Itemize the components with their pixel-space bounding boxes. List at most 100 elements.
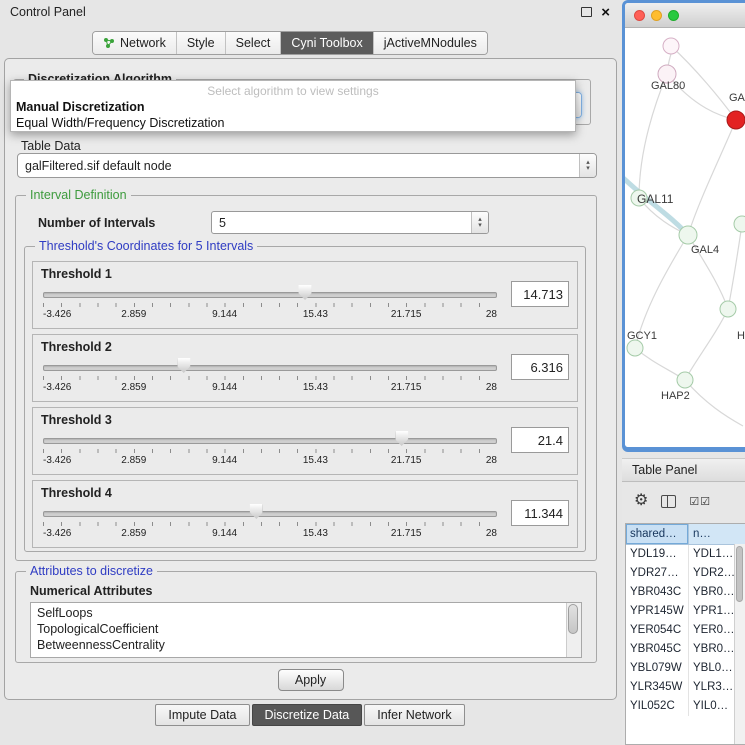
network-node[interactable]: GA	[729, 92, 745, 104]
numerical-attributes-label: Numerical Attributes	[30, 584, 152, 598]
threshold-panel: Threshold 3 -3.426 2.859 9.144 15.43 21.…	[32, 407, 578, 475]
tab-jactivemnodules[interactable]: jActiveMNodules	[374, 32, 487, 54]
table-cell[interactable]: YIL052C	[626, 697, 689, 716]
thresholds-group: Threshold's Coordinates for 5 Intervals …	[24, 246, 586, 552]
number-of-intervals-combobox[interactable]: 5 ▴ ▾	[211, 211, 489, 234]
table-row[interactable]: YIL052CYIL0…	[626, 697, 745, 716]
threshold-label: Threshold 1	[41, 267, 112, 281]
combo-stepper-icon[interactable]: ▴ ▾	[579, 154, 596, 177]
threshold-panel: Threshold 4 -3.426 2.859 9.144 15.43 21.…	[32, 480, 578, 548]
float-window-icon[interactable]	[581, 7, 592, 17]
zoom-button[interactable]	[668, 10, 679, 21]
table-data-value: galFiltered.sif default node	[18, 159, 579, 173]
table-scrollbar[interactable]	[734, 544, 745, 744]
slider-scale: -3.426 2.859 9.144 15.43 21.715 28	[43, 528, 497, 540]
column-header-name[interactable]: n…	[689, 524, 745, 544]
table-cell[interactable]: YDR27…	[626, 564, 689, 583]
table-row[interactable]: YDR27…YDR2…	[626, 564, 745, 583]
scale-label: 21.715	[391, 455, 422, 466]
tab-discretize-data[interactable]: Discretize Data	[252, 704, 363, 726]
scale-label: 21.715	[391, 528, 422, 539]
dropdown-option[interactable]: Manual Discretization	[11, 99, 575, 115]
threshold-slider[interactable]: -3.426 2.859 9.144 15.43 21.715 28	[43, 430, 497, 468]
scale-label: 28	[486, 382, 497, 393]
table-data-combobox[interactable]: galFiltered.sif default node ▴ ▾	[17, 153, 597, 178]
slider-track[interactable]	[43, 365, 497, 371]
tab-style[interactable]: Style	[177, 32, 226, 54]
list-scrollbar[interactable]	[566, 603, 581, 657]
minimize-button[interactable]	[651, 10, 662, 21]
scale-label: 21.715	[391, 382, 422, 393]
table-cell[interactable]: YPR145W	[626, 602, 689, 621]
threshold-label: Threshold 3	[41, 413, 112, 427]
table-row[interactable]: YDL19…YDL1…	[626, 545, 745, 564]
arrow-down-icon: ▾	[586, 166, 590, 172]
checkbox-icons[interactable]: ☑☑	[689, 495, 711, 508]
tab-network[interactable]: Network	[93, 32, 177, 54]
slider-track[interactable]	[43, 292, 497, 298]
numerical-attributes-list: SelfLoops TopologicalCoefficient Between…	[30, 602, 582, 658]
algorithm-dropdown-popup: Select algorithm to view settings Manual…	[10, 80, 576, 132]
scale-label: 15.43	[303, 309, 328, 320]
tab-cyni-toolbox[interactable]: Cyni Toolbox	[281, 32, 373, 54]
table-cell[interactable]: YBL079W	[626, 659, 689, 678]
threshold-slider[interactable]: -3.426 2.859 9.144 15.43 21.715 28	[43, 357, 497, 395]
threshold-value-field[interactable]: 11.344	[511, 500, 569, 526]
table-row[interactable]: YBL079WYBL0…	[626, 659, 745, 678]
control-panel-title: Control Panel	[10, 5, 86, 19]
close-icon[interactable]: ×	[601, 5, 610, 20]
network-canvas[interactable]: GAL80 GA GAL11 GAL4 GCY1 H HAP2	[625, 28, 745, 447]
attributes-group-title: Attributes to discretize	[26, 564, 157, 578]
list-item[interactable]: TopologicalCoefficient	[31, 621, 581, 637]
apply-button[interactable]: Apply	[278, 669, 344, 691]
table-row[interactable]: YBR043CYBR0…	[626, 583, 745, 602]
scrollbar-thumb[interactable]	[736, 546, 743, 602]
tab-select[interactable]: Select	[226, 32, 282, 54]
table-cell[interactable]: YER054C	[626, 621, 689, 640]
network-node[interactable]: GCY1	[627, 330, 657, 342]
scale-label: 15.43	[303, 455, 328, 466]
combo-stepper-icon[interactable]: ▴ ▾	[471, 212, 488, 233]
network-node[interactable]: HAP2	[661, 390, 690, 402]
slider-ticks	[43, 449, 497, 453]
threshold-value-field[interactable]: 14.713	[511, 281, 569, 307]
threshold-value-field[interactable]: 21.4	[511, 427, 569, 453]
scale-label: 28	[486, 455, 497, 466]
interval-definition-group: Interval Definition Number of Intervals …	[15, 195, 597, 561]
table-cell[interactable]: YDL19…	[626, 545, 689, 564]
scale-label: 2.859	[121, 528, 146, 539]
scale-label: 9.144	[212, 382, 237, 393]
column-header-shared-name[interactable]: shared…	[626, 524, 689, 544]
threshold-slider[interactable]: -3.426 2.859 9.144 15.43 21.715 28	[43, 503, 497, 541]
columns-icon[interactable]	[661, 495, 676, 508]
scrollbar-thumb[interactable]	[568, 604, 578, 634]
list-item[interactable]: SelfLoops	[31, 605, 581, 621]
table-row[interactable]: YLR345WYLR3…	[626, 678, 745, 697]
threshold-value-field[interactable]: 6.316	[511, 354, 569, 380]
network-icon	[103, 37, 115, 49]
scale-label: 9.144	[212, 455, 237, 466]
tab-impute-data[interactable]: Impute Data	[155, 704, 249, 726]
dropdown-option[interactable]: Equal Width/Frequency Discretization	[11, 115, 575, 131]
table-cell[interactable]: YBR043C	[626, 583, 689, 602]
table-row[interactable]: YER054CYER0…	[626, 621, 745, 640]
table-cell[interactable]: YBR045C	[626, 640, 689, 659]
table-row[interactable]: YPR145WYPR1…	[626, 602, 745, 621]
close-button[interactable]	[634, 10, 645, 21]
tab-infer-network[interactable]: Infer Network	[364, 704, 464, 726]
gear-icon[interactable]: ⚙	[634, 493, 648, 509]
list-item[interactable]: BetweennessCentrality	[31, 637, 581, 653]
scale-label: 21.715	[391, 309, 422, 320]
network-node[interactable]: GAL80	[651, 80, 685, 92]
threshold-panel: Threshold 2 -3.426 2.859 9.144 15.43 21.…	[32, 334, 578, 402]
threshold-slider[interactable]: -3.426 2.859 9.144 15.43 21.715 28	[43, 284, 497, 322]
table-row[interactable]: YBR045CYBR0…	[626, 640, 745, 659]
slider-track[interactable]	[43, 438, 497, 444]
network-node[interactable]: H	[737, 330, 745, 342]
table-cell[interactable]: YLR345W	[626, 678, 689, 697]
slider-track[interactable]	[43, 511, 497, 517]
network-node[interactable]: GAL11	[637, 192, 673, 206]
scale-label: -3.426	[43, 455, 71, 466]
network-node[interactable]: GAL4	[691, 244, 719, 256]
attributes-group: Attributes to discretize Numerical Attri…	[15, 571, 597, 663]
